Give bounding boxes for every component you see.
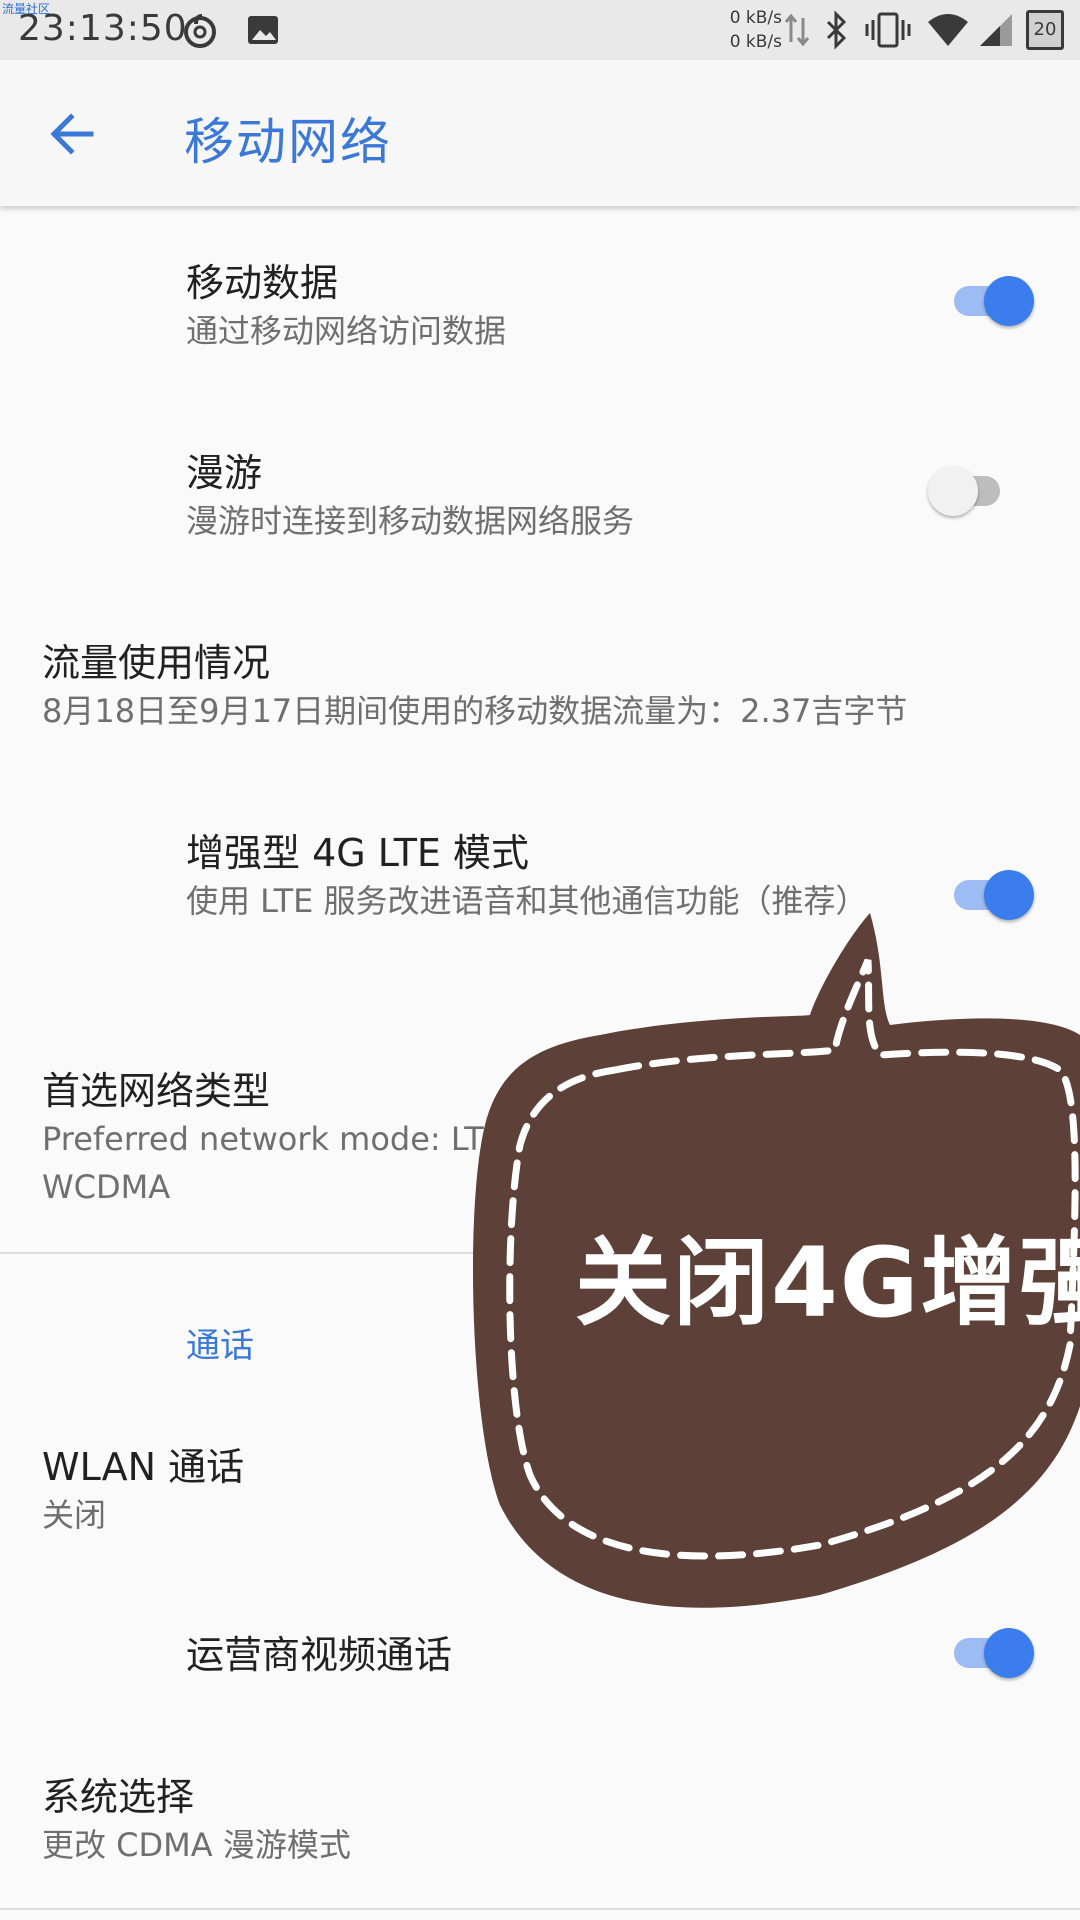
app-bar: 移动网络 [0, 60, 1080, 206]
pref-title: 系统选择 [42, 1775, 195, 1819]
pref-summary: 漫游时连接到移动数据网络服务 [186, 502, 635, 540]
bubble-annotation-text: 关闭4G增强 [575, 1227, 1080, 1339]
roaming-switch[interactable] [928, 460, 1018, 520]
image-icon [248, 16, 278, 44]
network-speed: 0 kB/s 0 kB/s [712, 6, 782, 54]
pref-title: 漫游 [186, 451, 263, 495]
bottom-divider [0, 1908, 1080, 1910]
pref-summary-line1: Preferred network mode: LT [42, 1120, 484, 1158]
pref-system-select[interactable]: 系统选择 更改 CDMA 漫游模式 [0, 1720, 1080, 1910]
pref-summary: 更改 CDMA 漫游模式 [42, 1826, 351, 1864]
section-header-calling: 通话 [186, 1326, 254, 1366]
pref-summary: 8月18日至9月17日期间使用的移动数据流量为：2.37吉字节 [42, 692, 908, 730]
signal-icon [980, 14, 1012, 46]
net-down-speed: 0 kB/s [729, 32, 782, 52]
pref-data-usage[interactable]: 流量使用情况 8月18日至9月17日期间使用的移动数据流量为：2.37吉字节 [0, 586, 1080, 776]
battery-icon: 20 [1026, 10, 1064, 50]
carrier-video-switch[interactable] [944, 1622, 1034, 1682]
pref-roaming[interactable]: 漫游 漫游时连接到移动数据网络服务 [0, 396, 1080, 586]
switch-thumb [928, 466, 978, 516]
status-clock: 23:13:50 [18, 8, 188, 49]
wifi-icon [928, 14, 968, 46]
page-title: 移动网络 [184, 113, 392, 171]
pref-summary: 关闭 [42, 1496, 107, 1534]
battery-level: 20 [1033, 19, 1057, 40]
net-up-speed: 0 kB/s [729, 8, 782, 28]
switch-thumb [984, 276, 1034, 326]
pref-title: 首选网络类型 [42, 1069, 271, 1113]
pref-summary: 通过移动网络访问数据 [186, 312, 507, 350]
pref-summary-line2: WCDMA [42, 1168, 171, 1206]
switch-thumb [984, 1628, 1034, 1678]
pref-title: 增强型 4G LTE 模式 [186, 831, 530, 875]
vibrate-icon [865, 12, 911, 48]
mobile-data-switch[interactable] [944, 270, 1034, 330]
netease-music-icon [184, 14, 216, 48]
pref-title: 运营商视频通话 [186, 1633, 453, 1677]
status-bar: 流量社区 23:13:50 0 kB/s 0 kB/s 20 [0, 0, 1080, 60]
pref-title: WLAN 通话 [42, 1445, 245, 1489]
mobile-network-settings-screen: 流量社区 23:13:50 0 kB/s 0 kB/s 20 移动网络 移动数据… [0, 0, 1080, 1920]
back-button[interactable] [44, 106, 100, 162]
bluetooth-icon [826, 10, 847, 50]
pref-title: 流量使用情况 [42, 641, 271, 685]
arrow-back-icon [50, 113, 94, 155]
data-arrows-icon [784, 13, 810, 47]
pref-mobile-data[interactable]: 移动数据 通过移动网络访问数据 [0, 206, 1080, 396]
pref-title: 移动数据 [186, 261, 339, 305]
